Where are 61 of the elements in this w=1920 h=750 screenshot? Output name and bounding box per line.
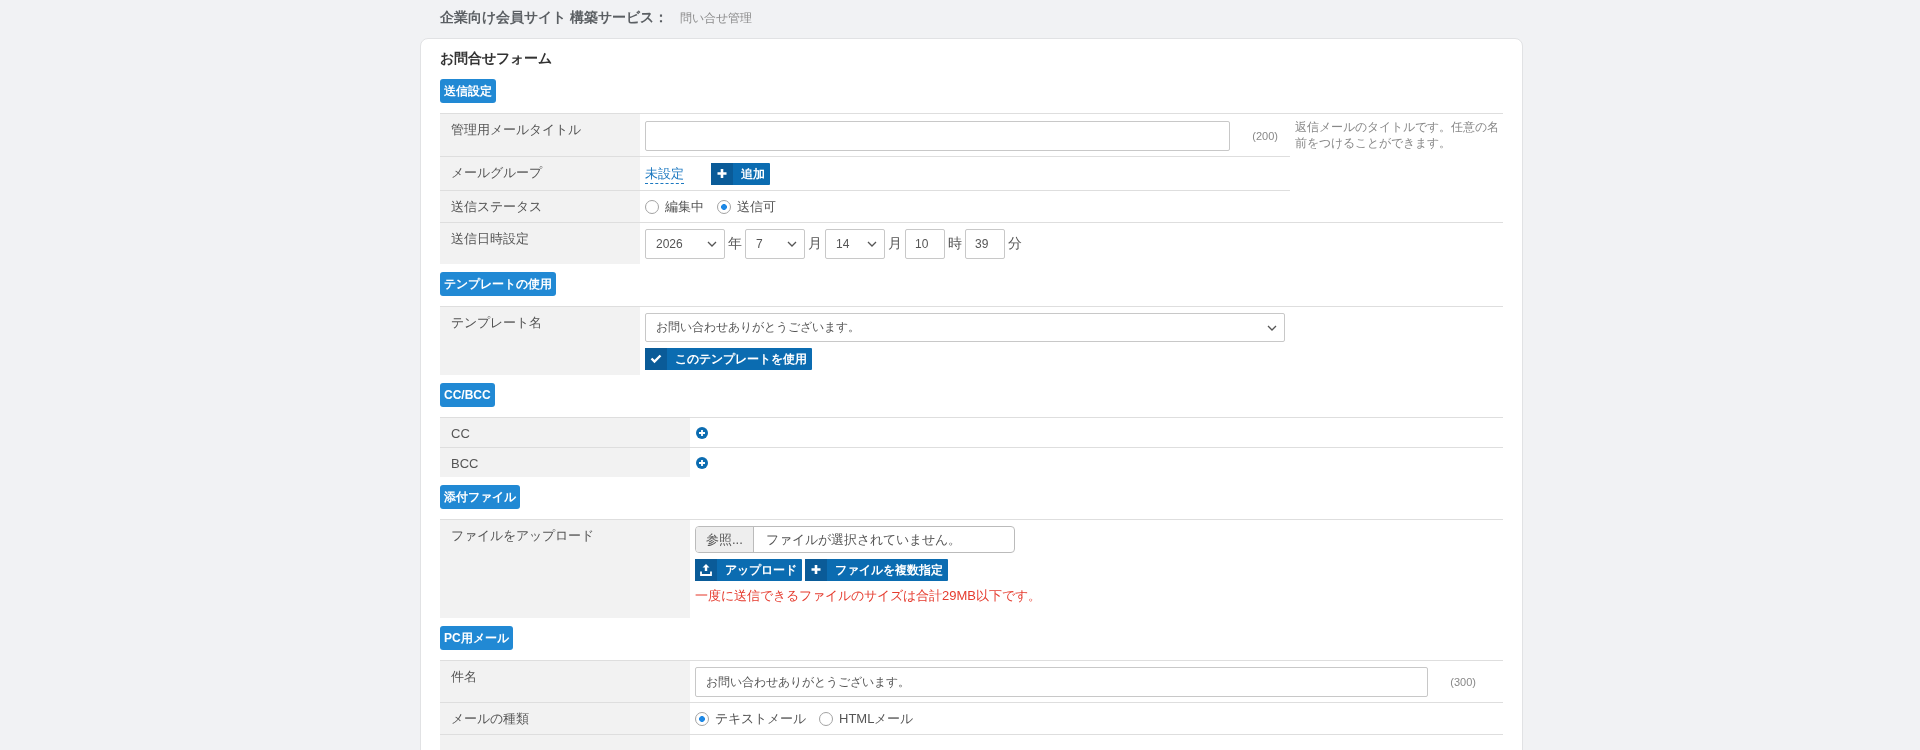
upload-button[interactable]: アップロード [695,559,802,581]
chevron-icon [1267,324,1277,331]
plus-icon [711,163,733,185]
unit-text: 月 [808,235,822,253]
check-icon [645,348,667,370]
use-template-button[interactable]: このテンプレートを使用 [645,348,812,370]
radio-button[interactable] [717,200,731,214]
radio-label: 送信可 [737,198,776,216]
section-label: テンプレートの使用 [440,272,556,296]
breadcrumb-text: 問い合せ管理 [679,9,752,27]
browse-button[interactable]: 参照... [696,527,754,552]
label-cell: 送信日時設定 [440,223,640,264]
label-cell: 件名 [440,661,690,702]
plus-circle-icon[interactable] [696,457,708,469]
file-status-text: ファイルが選択されていません。 [764,531,961,549]
unit-text: 時 [948,235,962,253]
radio-label: テキストメール [715,710,806,728]
label-cell: 送信ステータス [440,191,640,222]
label-cell: 管理用メールタイトル [440,114,640,156]
text-input[interactable] [645,120,1231,151]
char-count: (200) [1252,129,1278,142]
label-cell: BCC [440,448,690,477]
text-input[interactable]: お問い合わせありがとうございます。 [695,667,1429,697]
char-count: (300) [1450,676,1476,688]
radio-button[interactable] [695,712,709,726]
unit-text: 月 [888,235,902,253]
section-label: CC/BCC [440,383,495,407]
number-input[interactable]: 10 [905,229,945,259]
radio-label: 編集中 [665,198,704,216]
group-link[interactable]: 未設定 [645,164,684,184]
label-cell: メールグループ [440,157,640,190]
add-files-button[interactable]: ファイルを複数指定 [805,559,948,581]
dropdown[interactable]: 2026 [645,229,725,259]
upload-icon [695,559,717,581]
form-title: お問合せフォーム [440,49,553,68]
plus-icon [805,559,827,581]
help-text: 返信メールのタイトルです。任意の名前をつけることができます。 [1295,120,1500,151]
size-limit-note: 一度に送信できるファイルのサイズは合計29MB以下です。 [695,587,1041,605]
plus-circle-icon[interactable] [696,427,708,439]
unit-text: 年 [728,235,742,253]
add-button[interactable]: 追加 [711,163,770,185]
dropdown[interactable]: 14 [825,229,885,259]
radio-label: HTMLメール [839,710,914,728]
chevron-icon [867,241,877,247]
number-input[interactable]: 39 [965,229,1005,259]
chevron-icon [707,241,717,247]
section-label: 送信設定 [440,79,496,103]
chevron-icon [787,241,797,247]
file-input[interactable]: 参照... ファイルが選択されていません。 [695,526,1015,553]
dropdown[interactable]: 7 [745,229,805,259]
label-cell: ファイルをアップロード [440,520,690,618]
section-label: PC用メール [440,626,513,650]
template-dropdown[interactable]: お問い合わせありがとうございます。 [645,313,1285,342]
label-cell: CC [440,418,690,447]
label-cell: テンプレート名 [440,307,640,375]
label-cell: メールの種類 [440,703,690,734]
radio-button[interactable] [819,712,833,726]
section-label: 添付ファイル [440,485,520,509]
unit-text: 分 [1008,235,1022,253]
site-title: 企業向け会員サイト 構築サービス： [440,9,668,27]
radio-button[interactable] [645,200,659,214]
